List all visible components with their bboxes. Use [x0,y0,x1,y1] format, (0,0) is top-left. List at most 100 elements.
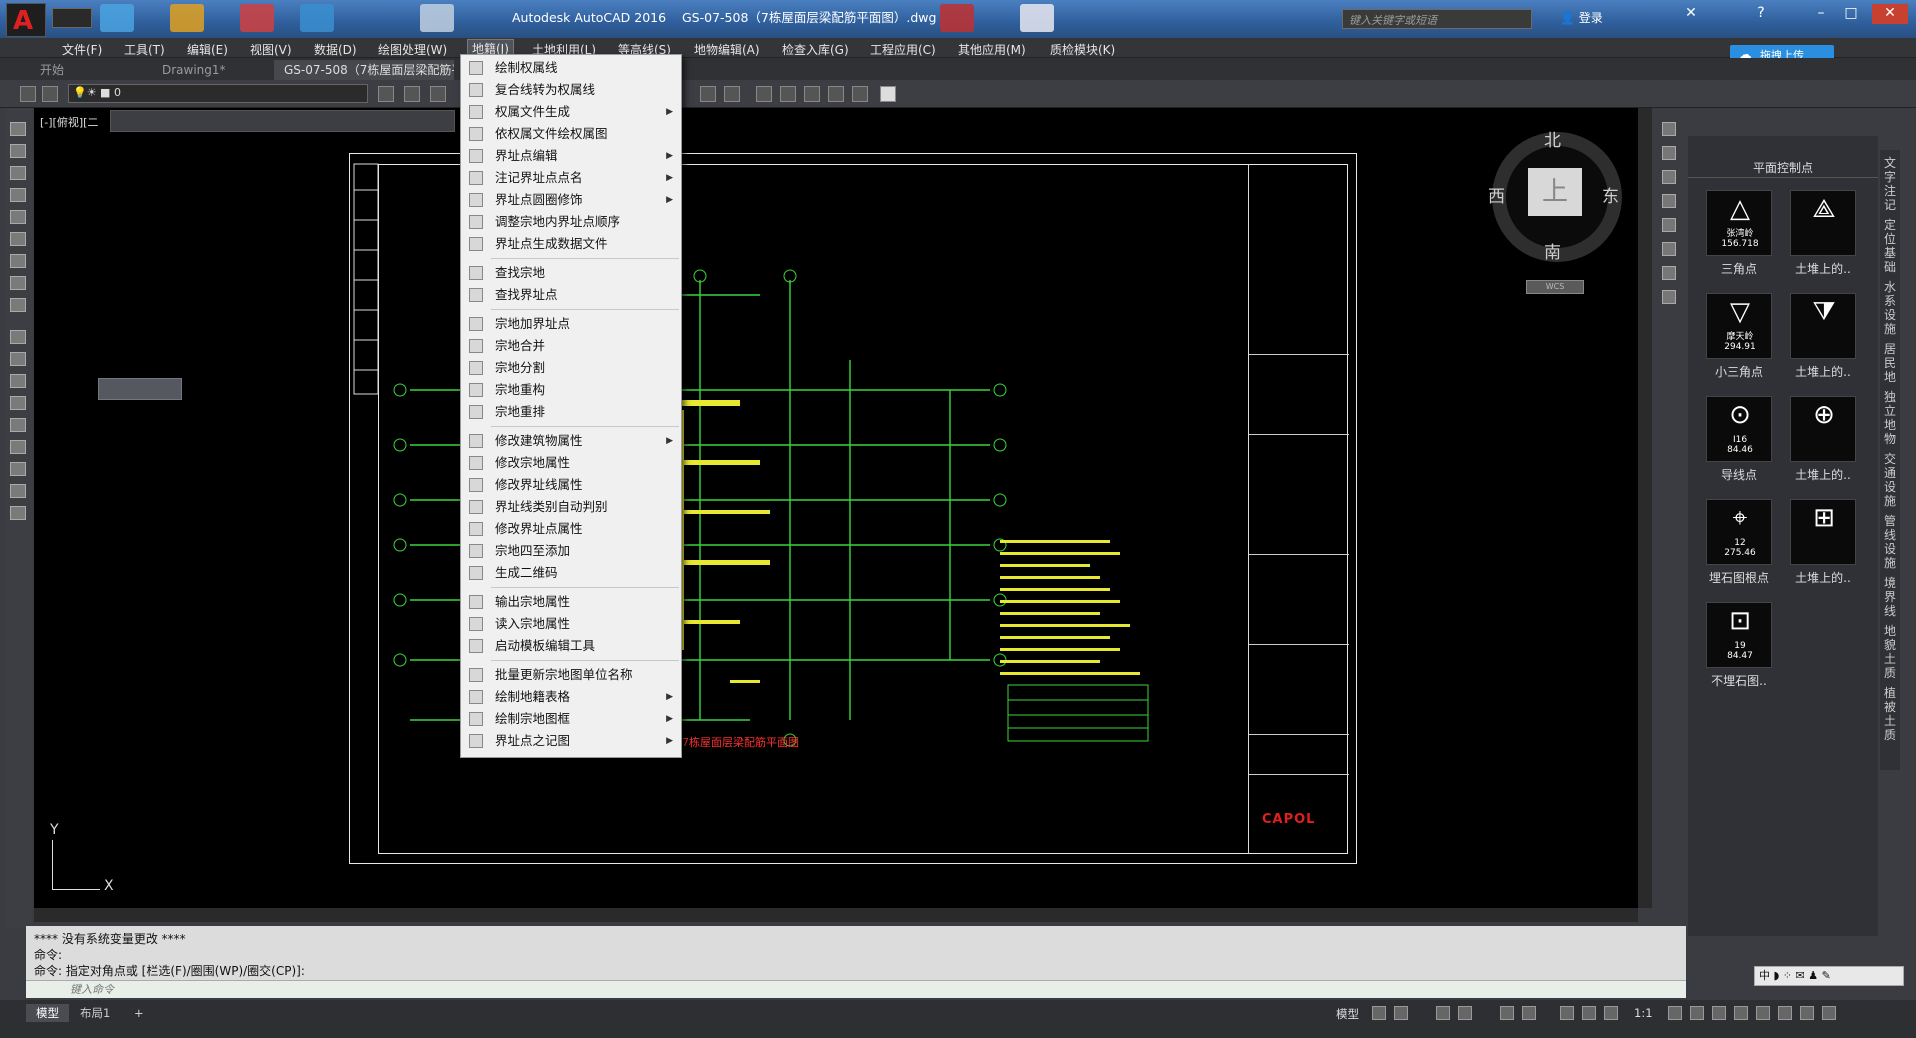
menu-other[interactable]: 其他应用(M) [958,41,1026,58]
command-close-icon[interactable] [8,940,24,990]
lineweight-icon[interactable] [1560,1006,1574,1020]
palette-category-tab[interactable]: 水系设施 [1884,280,1898,336]
cadastre-menu-item[interactable]: 界址点之记图 ▶ [461,730,681,752]
compass-north[interactable]: 北 [1544,126,1561,151]
draw-tool-icon[interactable] [10,276,26,290]
otrack-icon[interactable] [1522,1006,1536,1020]
draw-tool-icon[interactable] [10,166,26,180]
cadastre-menu-item[interactable]: 修改建筑物属性 ▶ [461,430,681,452]
modify-tool-icon[interactable] [10,462,26,476]
cadastre-menu-item[interactable]: 宗地重排 [461,401,681,423]
modify-tool-icon[interactable] [10,418,26,432]
search-input[interactable]: 键入关键字或短语 [1342,9,1532,29]
floating-toolbar[interactable] [98,378,182,400]
quick-access-toolbar[interactable] [52,8,92,28]
fullscreen-icon[interactable] [1800,1006,1814,1020]
cadastre-menu-item[interactable]: 调整宗地内界址点顺序 [461,211,681,233]
palette-symbol-label[interactable]: 埋石图根点 [1697,569,1781,586]
minimize-button[interactable]: – [1810,4,1832,24]
nav-tool-icon[interactable] [1662,266,1676,280]
ime-toolbar[interactable]: 中 ◗ ⁘ ✉ ♟ ✎ [1754,966,1904,986]
palette-symbol-label[interactable]: 土堆上的.. [1781,466,1865,483]
tab-start[interactable]: 开始 [30,60,74,80]
modify-tool-icon[interactable] [10,374,26,388]
transparency-icon[interactable] [1582,1006,1596,1020]
palette-symbol-tile[interactable]: ⊞ [1790,499,1856,565]
palette-symbol-tile[interactable]: ⟁ [1790,190,1856,256]
hardware-accel-icon[interactable] [1734,1006,1748,1020]
snap-icon[interactable] [1394,1006,1408,1020]
nav-tool-icon[interactable] [1662,290,1676,304]
viewport-toolbar[interactable] [110,110,455,132]
draw-tool-icon[interactable] [10,254,26,268]
ortho-icon[interactable] [1436,1006,1450,1020]
draw-tool-icon[interactable] [10,122,26,136]
draw-tool-icon[interactable] [10,144,26,158]
maximize-button[interactable]: □ [1840,4,1862,24]
layer-tool-icon[interactable] [404,86,420,102]
menu-edit[interactable]: 编辑(E) [187,41,228,58]
add-layout-button[interactable]: + [124,1004,154,1022]
palette-symbol-label[interactable]: 三角点 [1697,260,1781,277]
tab-layout1[interactable]: 布局1 [70,1004,120,1022]
menu-draw-process[interactable]: 绘图处理(W) [378,41,447,58]
cadastre-menu-item[interactable]: 修改界址点属性 [461,518,681,540]
cadastre-menu-item[interactable]: 绘制权属线 [461,57,681,79]
cadastre-menu-item[interactable]: 输出宗地属性 [461,591,681,613]
menu-view[interactable]: 视图(V) [250,41,292,58]
cadastre-menu-item[interactable]: 界址线类别自动判别 [461,496,681,518]
zoom-icon[interactable] [804,86,820,102]
palette-category-tab[interactable]: 文字注记 [1884,156,1898,212]
cadastre-menu-item[interactable]: 界址点生成数据文件 [461,233,681,255]
palette-symbol-label[interactable]: 土堆上的.. [1781,363,1865,380]
autocad-logo-button[interactable]: A [6,3,46,37]
showmotion-icon[interactable] [1662,218,1676,232]
modify-tool-icon[interactable] [10,352,26,366]
match-prop-icon[interactable] [756,86,772,102]
palette-category-tab[interactable]: 地貌土质 [1884,624,1898,680]
cadastre-menu-item[interactable]: 宗地重构 [461,379,681,401]
palette-category-tab[interactable]: 境界线 [1884,576,1898,618]
layer-manager-icon[interactable] [20,86,36,102]
clean-screen-icon[interactable] [1756,1006,1770,1020]
modify-tool-icon[interactable] [10,396,26,410]
palette-symbol-label[interactable]: 不埋石图.. [1697,672,1781,689]
draw-tool-icon[interactable] [10,298,26,312]
cadastre-menu-item[interactable]: 修改界址线属性 [461,474,681,496]
cadastre-menu-item[interactable]: 界址点编辑 ▶ [461,145,681,167]
menu-file[interactable]: 文件(F) [62,41,102,58]
palette-symbol-label[interactable]: 小三角点 [1697,363,1781,380]
compass-west[interactable]: 西 [1488,182,1505,207]
help-icon[interactable] [880,86,896,102]
cadastre-menu-item[interactable]: 修改宗地属性 [461,452,681,474]
menu-engineering[interactable]: 工程应用(C) [870,41,936,58]
menu-check-import[interactable]: 检查入库(G) [782,41,849,58]
menu-icon[interactable] [1822,1006,1836,1020]
palette-category-tab[interactable]: 交通设施 [1884,452,1898,508]
menu-tools[interactable]: 工具(T) [124,41,165,58]
customize-icon[interactable] [1778,1006,1792,1020]
modify-tool-icon[interactable] [10,330,26,344]
palette-category-tab[interactable]: 居民地 [1884,342,1898,384]
cadastre-menu-item[interactable]: 权属文件生成 ▶ [461,101,681,123]
layer-dropdown[interactable]: 💡☀ ■ 0 [68,84,368,103]
measure-icon[interactable] [828,86,844,102]
draw-tool-icon[interactable] [10,188,26,202]
exchange-icon[interactable]: ✕ [1680,4,1702,24]
modify-tool-icon[interactable] [10,440,26,454]
layer-state-icon[interactable] [42,86,58,102]
viewcube-top-face[interactable]: 上 [1528,168,1582,216]
layer-tool-icon[interactable] [378,86,394,102]
palette-symbol-tile[interactable]: △ 张湾岭 156.718 [1706,190,1772,256]
polar-icon[interactable] [1458,1006,1472,1020]
cadastre-menu-item[interactable]: 宗地分割 [461,357,681,379]
menu-feature-edit[interactable]: 地物编辑(A) [694,41,760,58]
palette-category-tab[interactable]: 定位基础 [1884,218,1898,274]
nav-tool-icon[interactable] [1662,242,1676,256]
selection-cycle-icon[interactable] [1604,1006,1618,1020]
isolate-icon[interactable] [1712,1006,1726,1020]
cadastre-menu-item[interactable]: 批量更新宗地图单位名称 [461,664,681,686]
pan-icon[interactable] [780,86,796,102]
model-space-toggle[interactable]: 模型 [1336,1006,1359,1022]
palette-symbol-tile[interactable]: ⌖ 12 275.46 [1706,499,1772,565]
